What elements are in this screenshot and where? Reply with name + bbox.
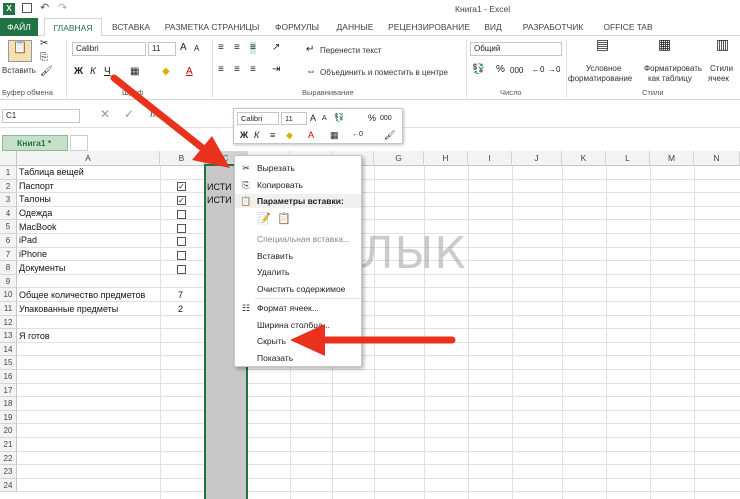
arrow-to-hide [290,324,456,356]
annotation-arrows [110,74,456,356]
arrow-to-column-c [110,74,230,168]
